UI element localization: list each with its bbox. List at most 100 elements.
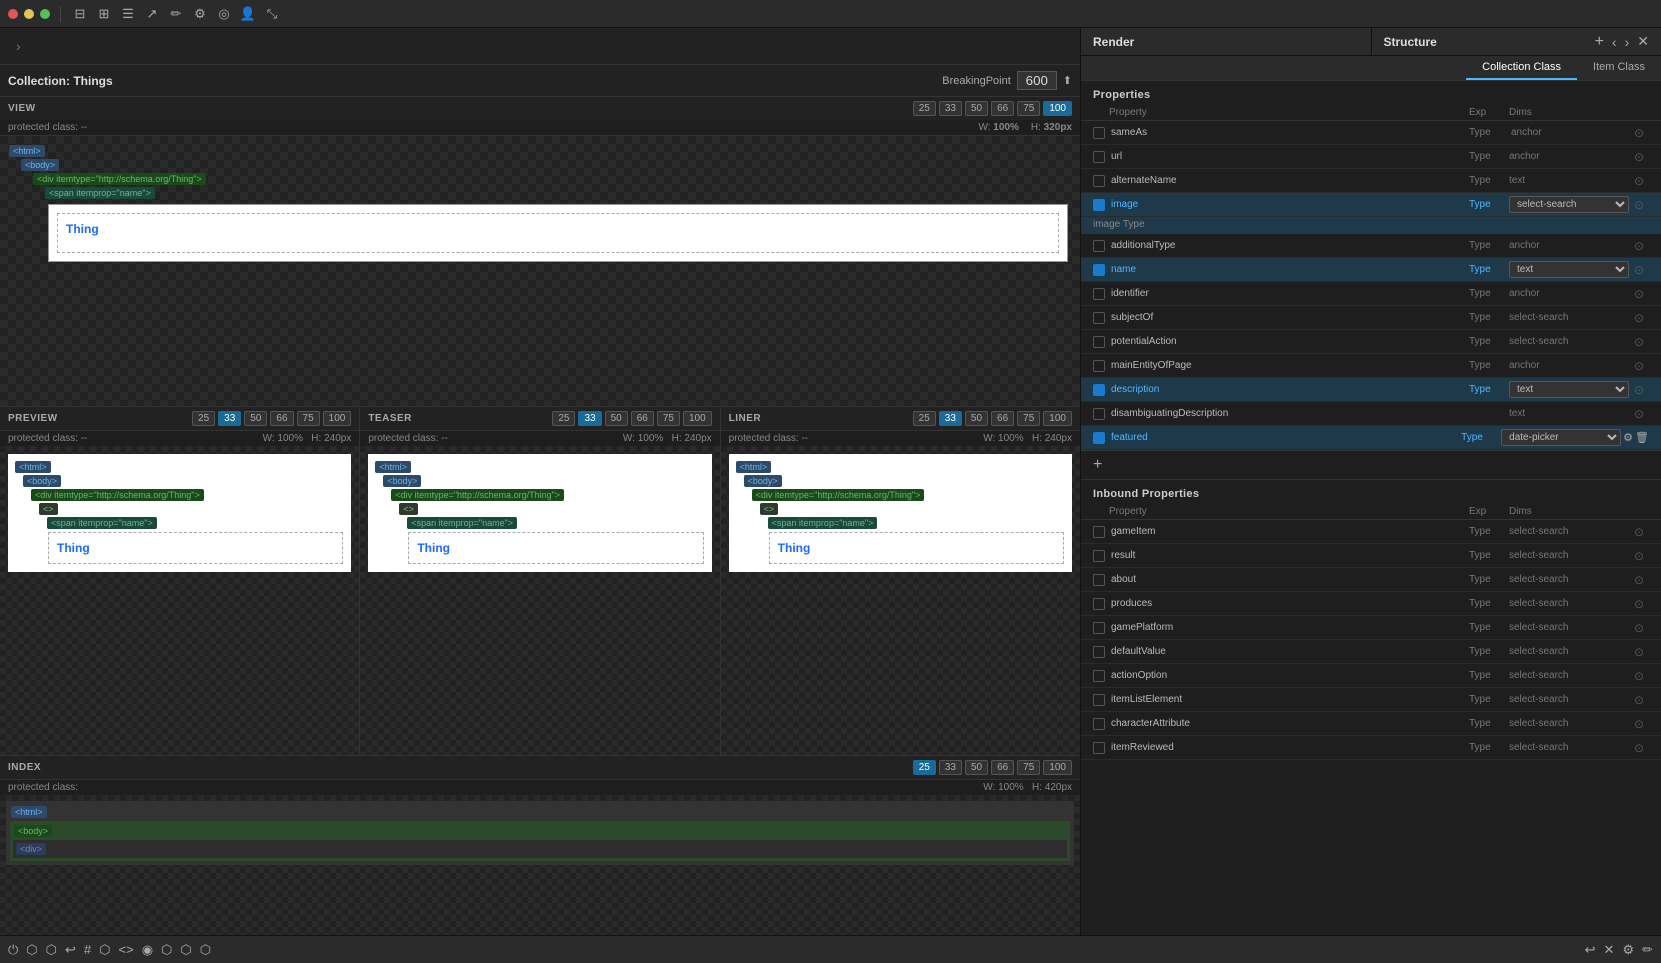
idx-zoom-75[interactable]: 75	[1017, 760, 1040, 775]
structure-add-button[interactable]: +	[1595, 34, 1604, 50]
maximize-dot[interactable]	[40, 9, 50, 19]
tab-item-class[interactable]: Item Class	[1577, 56, 1661, 80]
copy-icon[interactable]: ⬡	[26, 942, 37, 958]
inbound-action-produces[interactable]: ⊙	[1629, 597, 1649, 611]
nav-left-arrow[interactable]: ›	[8, 32, 29, 60]
close-dot[interactable]	[8, 9, 18, 19]
prop-checkbox-url[interactable]	[1093, 151, 1105, 163]
prev-zoom-100[interactable]: 100	[323, 411, 352, 426]
idx-zoom-100[interactable]: 100	[1043, 760, 1072, 775]
prop-checkbox-mainEntityOfPage[interactable]	[1093, 360, 1105, 372]
html-tag[interactable]: <html>	[9, 145, 45, 157]
prop-action-disambiguatingDescription[interactable]: ⊙	[1629, 407, 1649, 421]
view-canvas[interactable]: <html> <body> <div itemtype="http://sche…	[0, 136, 1080, 406]
sliders-icon[interactable]: ⊟	[71, 5, 89, 23]
layout-icon[interactable]: ⬡	[180, 942, 191, 958]
idx-zoom-33[interactable]: 33	[939, 760, 962, 775]
resize-icon[interactable]: ⤡	[263, 5, 281, 23]
prev-zoom-33[interactable]: 33	[218, 411, 241, 426]
structure-close-icon[interactable]: ✕	[1637, 33, 1649, 50]
tab-collection-class[interactable]: Collection Class	[1466, 56, 1577, 80]
preview-canvas[interactable]: <html> <body> <div itemtype="http://sche…	[0, 446, 359, 755]
tsr-html-tag[interactable]: <html>	[375, 461, 411, 473]
idx-zoom-66[interactable]: 66	[991, 760, 1014, 775]
index-canvas[interactable]: <html> <body> <div>	[0, 795, 1080, 935]
inbound-checkbox-result[interactable]	[1093, 550, 1105, 562]
prop-checkbox-additionalType[interactable]	[1093, 240, 1105, 252]
liner-canvas[interactable]: <html> <body> <div itemtype="http://sche…	[721, 446, 1080, 755]
inbound-checkbox-gameItem[interactable]	[1093, 526, 1105, 538]
zoom-75[interactable]: 75	[1017, 101, 1040, 116]
lnr-span-tag[interactable]: <span itemprop="name">	[768, 517, 878, 529]
lnr-zoom-100[interactable]: 100	[1043, 411, 1072, 426]
pencil-icon[interactable]: ✏	[1642, 942, 1653, 958]
teaser-canvas[interactable]: <html> <body> <div itemtype="http://sche…	[360, 446, 719, 755]
zoom-25[interactable]: 25	[913, 101, 936, 116]
prev-html-tag[interactable]: <html>	[15, 461, 51, 473]
inbound-checkbox-itemReviewed[interactable]	[1093, 742, 1105, 754]
zoom-33[interactable]: 33	[939, 101, 962, 116]
prop-delete-featured[interactable]: 🗑	[1635, 431, 1649, 444]
tsr-zoom-75[interactable]: 75	[657, 411, 680, 426]
tsr-zoom-100[interactable]: 100	[683, 411, 712, 426]
paste-icon[interactable]: ⬡	[46, 942, 57, 958]
inbound-action-actionOption[interactable]: ⊙	[1629, 669, 1649, 683]
inbound-action-characterAttribute[interactable]: ⊙	[1629, 717, 1649, 731]
cursor-icon[interactable]: ↗	[143, 5, 161, 23]
settings-icon[interactable]: ⚙	[191, 5, 209, 23]
power-icon[interactable]: ⏻	[8, 942, 18, 958]
inbound-action-about[interactable]: ⊙	[1629, 573, 1649, 587]
list-icon[interactable]: ⬡	[200, 942, 211, 958]
inbound-action-gameItem[interactable]: ⊙	[1629, 525, 1649, 539]
idx-body-tag[interactable]: <body>	[14, 825, 52, 837]
div-itemtype-tag[interactable]: <div itemtype="http://schema.org/Thing">	[33, 173, 206, 185]
grid-icon[interactable]: ⊞	[95, 5, 113, 23]
minimize-dot[interactable]	[24, 9, 34, 19]
lnr-zoom-66[interactable]: 66	[991, 411, 1014, 426]
tsr-div-tag[interactable]: <div itemtype="http://schema.org/Thing">	[391, 489, 564, 501]
pen-icon[interactable]: ✏	[167, 5, 185, 23]
prev-zoom-66[interactable]: 66	[270, 411, 293, 426]
node-icon[interactable]: ⬡	[99, 942, 110, 958]
prop-action-potentialAction[interactable]: ⊙	[1629, 335, 1649, 349]
lnr-zoom-50[interactable]: 50	[965, 411, 988, 426]
body-tag[interactable]: <body>	[21, 159, 59, 171]
prop-action-mainEntityOfPage[interactable]: ⊙	[1629, 359, 1649, 373]
idx-zoom-25[interactable]: 25	[913, 760, 936, 775]
lnr-body-tag[interactable]: <body>	[744, 475, 782, 487]
prop-checkbox-sameAs[interactable]	[1093, 127, 1105, 139]
prop-checkbox-potentialAction[interactable]	[1093, 336, 1105, 348]
inbound-checkbox-defaultValue[interactable]	[1093, 646, 1105, 658]
prop-checkbox-description[interactable]	[1093, 384, 1105, 396]
prev-a-tag[interactable]: <>	[39, 503, 58, 515]
grid2-icon[interactable]: ⬡	[161, 942, 172, 958]
prev-zoom-50[interactable]: 50	[244, 411, 267, 426]
prop-checkbox-featured[interactable]	[1093, 432, 1105, 444]
prop-action-url[interactable]: ⊙	[1629, 150, 1649, 164]
prop-type-select-description[interactable]: text	[1509, 381, 1629, 398]
lnr-a-tag[interactable]: <>	[760, 503, 779, 515]
inbound-checkbox-characterAttribute[interactable]	[1093, 718, 1105, 730]
prop-checkbox-disambiguatingDescription[interactable]	[1093, 408, 1105, 420]
lnr-div-tag[interactable]: <div itemtype="http://schema.org/Thing">	[752, 489, 925, 501]
prop-action-alternateName[interactable]: ⊙	[1629, 174, 1649, 188]
prop-type-select-image[interactable]: select-search	[1509, 196, 1629, 213]
prop-checkbox-identifier[interactable]	[1093, 288, 1105, 300]
span-itemprop-tag[interactable]: <span itemprop="name">	[45, 187, 155, 199]
prev-body-tag[interactable]: <body>	[23, 475, 61, 487]
inbound-checkbox-about[interactable]	[1093, 574, 1105, 586]
prop-type-select-name[interactable]: text	[1509, 261, 1629, 278]
idx-zoom-50[interactable]: 50	[965, 760, 988, 775]
breakpoint-input[interactable]	[1017, 71, 1057, 90]
prop-action-name[interactable]: ⊙	[1629, 263, 1649, 277]
inbound-action-result[interactable]: ⊙	[1629, 549, 1649, 563]
prev-span-tag[interactable]: <span itemprop="name">	[47, 517, 157, 529]
zoom-50[interactable]: 50	[965, 101, 988, 116]
inbound-checkbox-itemListElement[interactable]	[1093, 694, 1105, 706]
inbound-checkbox-produces[interactable]	[1093, 598, 1105, 610]
inbound-action-itemListElement[interactable]: ⊙	[1629, 693, 1649, 707]
prop-action-identifier[interactable]: ⊙	[1629, 287, 1649, 301]
prev-div-tag[interactable]: <div itemtype="http://schema.org/Thing">	[31, 489, 204, 501]
back-icon[interactable]: ↩	[1585, 942, 1596, 958]
prop-action-subjectOf[interactable]: ⊙	[1629, 311, 1649, 325]
